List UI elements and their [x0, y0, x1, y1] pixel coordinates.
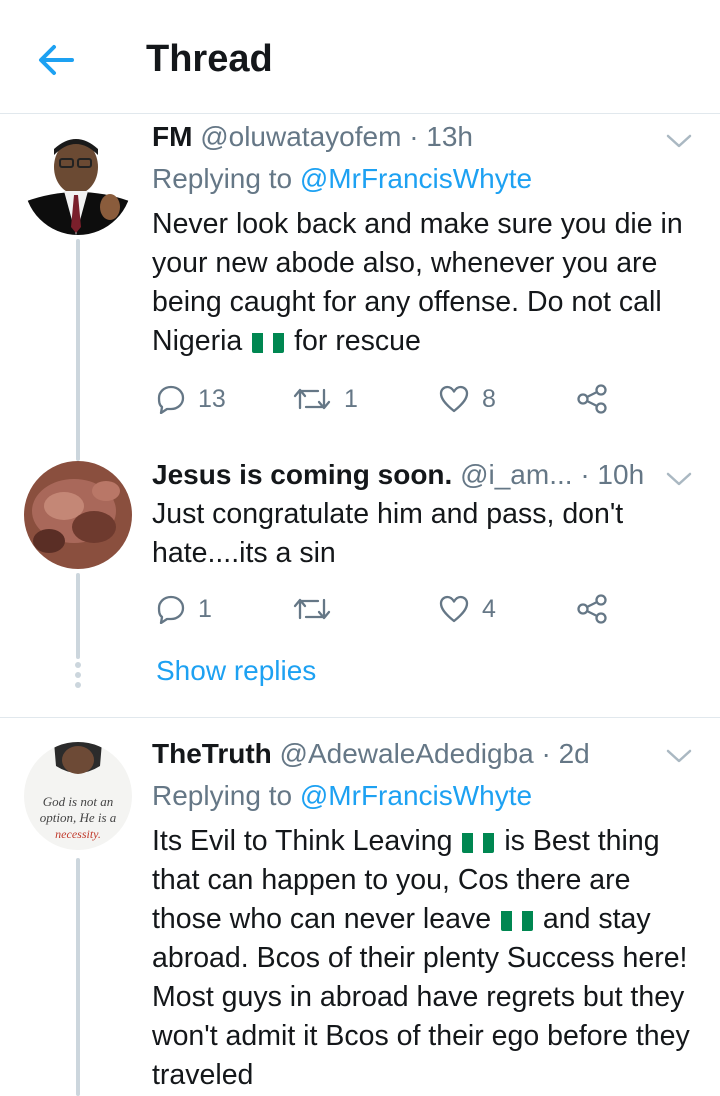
- heart-icon: [439, 385, 469, 413]
- reply-icon: [157, 385, 185, 414]
- timestamp[interactable]: · 2d: [542, 738, 590, 769]
- replying-to: Replying to @MrFrancisWhyte: [152, 780, 533, 811]
- avatar[interactable]: [24, 461, 132, 569]
- thread-header: Thread: [0, 0, 720, 114]
- heart-icon: [439, 595, 469, 623]
- share-button[interactable]: [576, 589, 620, 629]
- like-count: 8: [482, 384, 496, 413]
- tweet-jesus-is-coming[interactable]: Jesus is coming soon. @i_am... · 10h Jus…: [0, 453, 720, 715]
- nigeria-flag-icon: [252, 329, 285, 353]
- like-button[interactable]: 8: [438, 379, 496, 419]
- tweet-text: Just congratulate him and pass, don't ha…: [152, 498, 624, 569]
- more-replies-dots-icon: [72, 662, 84, 692]
- share-icon: [577, 594, 607, 624]
- nigeria-flag-icon: [462, 829, 495, 853]
- display-name[interactable]: TheTruth: [152, 738, 272, 769]
- tweet-text: Never look back and make sure you die in…: [152, 208, 683, 357]
- share-icon: [577, 384, 607, 414]
- thread-line: [76, 453, 80, 461]
- avatar[interactable]: God is not an option, He is a necessity.: [24, 742, 132, 850]
- share-button[interactable]: [576, 379, 620, 419]
- avatar-caption: God is not an: [43, 794, 113, 809]
- retweet-count: 1: [344, 384, 358, 413]
- retweet-icon: [293, 598, 331, 620]
- nigeria-flag-icon: [500, 907, 533, 931]
- thread-line: [76, 239, 80, 457]
- chevron-down-icon[interactable]: [664, 469, 694, 489]
- like-count: 4: [482, 594, 496, 623]
- mention-link[interactable]: @MrFrancisWhyte: [300, 780, 532, 811]
- user-handle[interactable]: @oluwatayofem: [200, 121, 401, 152]
- like-button[interactable]: 4: [438, 589, 496, 629]
- tweet-header: FM @oluwatayofem · 13h: [152, 121, 473, 153]
- reply-count: 13: [198, 384, 226, 413]
- retweet-button[interactable]: 1: [292, 379, 358, 419]
- mention-link[interactable]: @MrFrancisWhyte: [300, 163, 532, 194]
- chevron-down-icon[interactable]: [664, 131, 694, 151]
- tweet-header: TheTruth @AdewaleAdedigba · 2d: [152, 738, 590, 770]
- user-handle[interactable]: @AdewaleAdedigba: [280, 738, 534, 769]
- replying-to: Replying to @MrFrancisWhyte: [152, 163, 533, 194]
- avatar[interactable]: [24, 127, 132, 235]
- avatar-caption: necessity.: [55, 827, 101, 841]
- arrow-left-icon[interactable]: [32, 38, 80, 82]
- reply-count: 1: [198, 594, 212, 623]
- show-replies-link[interactable]: Show replies: [156, 655, 316, 687]
- display-name[interactable]: Jesus is coming soon.: [152, 459, 452, 490]
- thread-line: [76, 858, 80, 1096]
- retweet-icon: [293, 388, 331, 410]
- timestamp[interactable]: · 13h: [409, 121, 473, 152]
- page-title: Thread: [146, 38, 273, 80]
- timestamp[interactable]: · 10h: [580, 459, 644, 490]
- reply-button[interactable]: 13: [156, 379, 226, 419]
- display-name[interactable]: FM: [152, 121, 192, 152]
- chevron-down-icon[interactable]: [664, 746, 694, 766]
- thread-line: [76, 573, 80, 659]
- tweet-text: Its Evil to Think Leaving is Best thing …: [152, 825, 690, 1091]
- tweet-actions: 1 4: [152, 589, 692, 629]
- user-handle[interactable]: @i_am...: [460, 459, 572, 490]
- tweet-thetruth[interactable]: God is not an option, He is a necessity.…: [0, 718, 720, 1096]
- tweet-actions: 13 1 8: [152, 379, 692, 419]
- avatar-caption: option, He is a: [40, 810, 117, 825]
- tweet-header: Jesus is coming soon. @i_am... · 10h: [152, 459, 644, 491]
- reply-icon: [157, 595, 185, 624]
- tweet-fm[interactable]: FM @oluwatayofem · 13h Replying to @MrFr…: [0, 113, 720, 457]
- retweet-button[interactable]: [292, 589, 344, 629]
- reply-button[interactable]: 1: [156, 589, 212, 629]
